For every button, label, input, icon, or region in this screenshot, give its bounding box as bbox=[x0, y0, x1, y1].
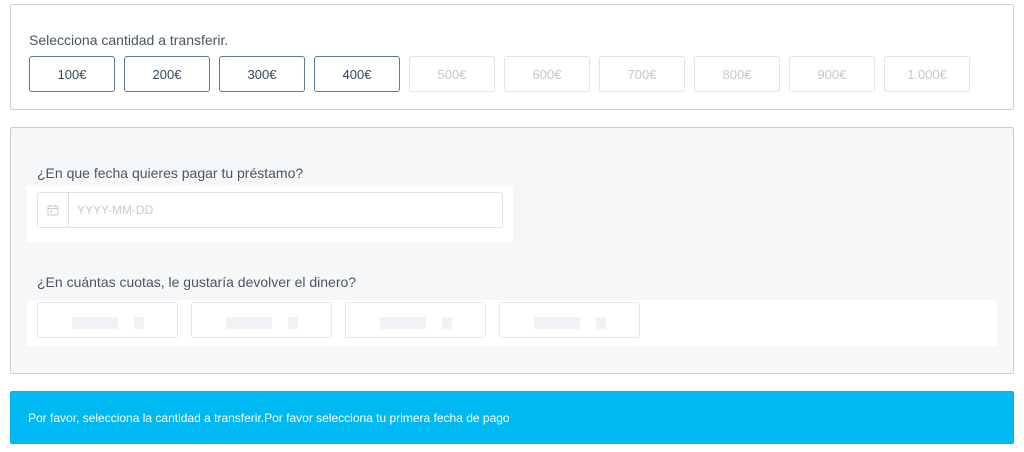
installments-question: ¿En cuántas cuotas, le gustaría devolver… bbox=[37, 274, 357, 290]
amount-option-button[interactable]: 500€ bbox=[409, 56, 495, 92]
installment-option[interactable] bbox=[345, 302, 486, 338]
amount-selection-panel: Selecciona cantidad a transferir. 100€ 20… bbox=[10, 4, 1014, 110]
payment-date-field[interactable] bbox=[37, 192, 503, 228]
payment-date-input[interactable] bbox=[69, 193, 502, 227]
amount-option-button[interactable]: 400€ bbox=[314, 56, 400, 92]
amount-option-button[interactable]: 100€ bbox=[29, 56, 115, 92]
amount-option-button[interactable]: 300€ bbox=[219, 56, 305, 92]
installment-option[interactable] bbox=[499, 302, 640, 338]
validation-notice-text: Por favor, selecciona la cantidad a tran… bbox=[28, 411, 510, 425]
amount-title: Selecciona cantidad a transferir. bbox=[29, 32, 229, 48]
amount-option-button[interactable]: 800€ bbox=[694, 56, 780, 92]
installment-options bbox=[27, 300, 997, 346]
amount-option-button[interactable]: 700€ bbox=[599, 56, 685, 92]
payment-date-question: ¿En que fecha quieres pagar tu préstamo? bbox=[37, 165, 304, 181]
amount-option-button[interactable]: 900€ bbox=[789, 56, 875, 92]
installment-option[interactable] bbox=[191, 302, 332, 338]
repayment-schedule-panel: ¿En que fecha quieres pagar tu préstamo?… bbox=[10, 127, 1014, 374]
amount-option-button[interactable]: 600€ bbox=[504, 56, 590, 92]
validation-notice: Por favor, selecciona la cantidad a tran… bbox=[10, 391, 1014, 444]
installment-value-placeholder bbox=[288, 317, 298, 329]
installment-label-placeholder bbox=[226, 317, 272, 329]
installment-label-placeholder bbox=[534, 317, 580, 329]
installment-value-placeholder bbox=[442, 317, 452, 329]
installment-option[interactable] bbox=[37, 302, 178, 338]
installment-value-placeholder bbox=[134, 317, 144, 329]
installment-label-placeholder bbox=[72, 317, 118, 329]
calendar-icon[interactable] bbox=[38, 193, 69, 227]
installment-value-placeholder bbox=[596, 317, 606, 329]
amount-option-button[interactable]: 200€ bbox=[124, 56, 210, 92]
installment-label-placeholder bbox=[380, 317, 426, 329]
amount-option-button[interactable]: 1.000€ bbox=[884, 56, 970, 92]
date-field-container bbox=[27, 186, 513, 242]
